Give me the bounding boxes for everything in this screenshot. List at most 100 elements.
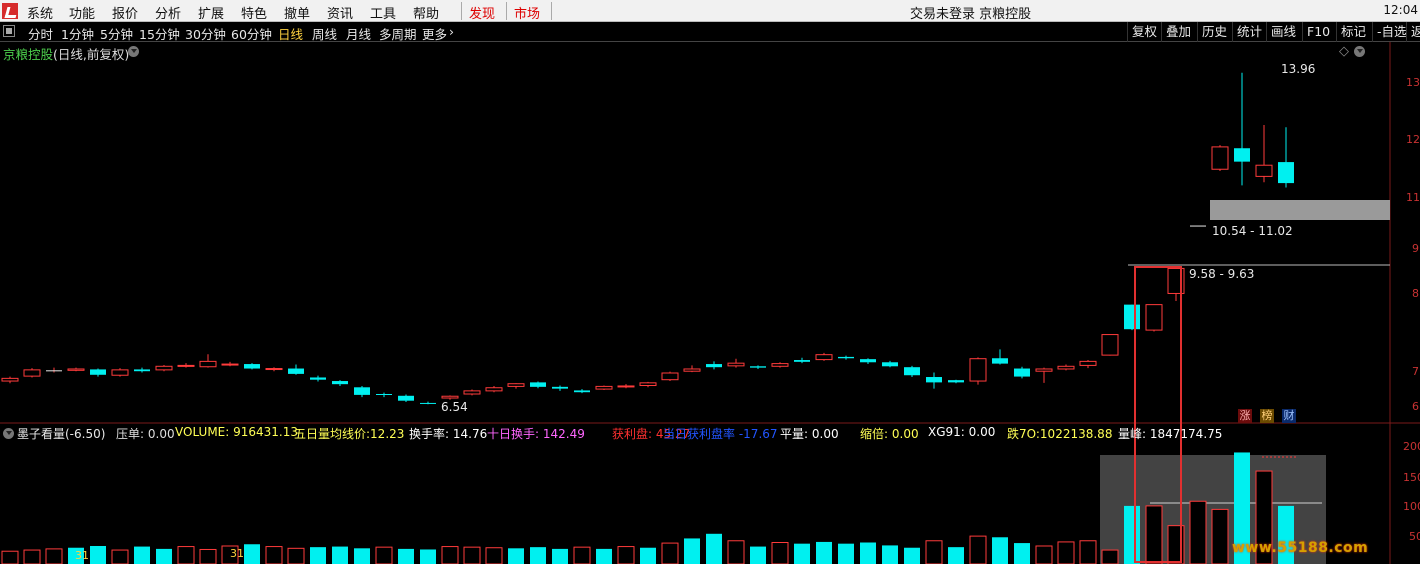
volume-bar [508,548,524,564]
candle-body [485,387,503,392]
volume-bar [794,543,810,564]
period-more[interactable]: 更多 [422,24,447,43]
field-label: XG91: [928,425,965,439]
menu-help[interactable]: 帮助 [413,3,439,22]
period-timeshare[interactable]: 分时 [28,24,53,43]
menu-divider [506,2,507,20]
volume-bar [727,540,745,564]
menu-function[interactable]: 功能 [69,3,95,22]
candle-body [617,385,635,388]
candlestick [332,380,348,386]
draw-line-button[interactable]: 画线 [1266,22,1300,42]
ranking-badge[interactable]: 榜 [1260,409,1274,423]
period-5min[interactable]: 5分钟 [100,24,133,43]
kline-chart[interactable]: 13 12 11 9 8 7 6 200 150 100 50 13.96 6.… [0,42,1420,564]
candlestick [177,363,195,368]
volume-bar-label: 31 [230,547,244,560]
window-title: 交易未登录 京粮控股 [910,7,1032,22]
panel-dropdown-icon[interactable] [1354,46,1365,57]
indicator-field: 缩倍: 0.00 [860,425,919,442]
candlestick [1057,364,1075,371]
field-label: 五日量均线价: [294,427,371,441]
menu-system[interactable]: 系统 [27,3,53,22]
period-1min[interactable]: 1分钟 [61,24,94,43]
candlestick [1278,127,1294,188]
candle-body [1124,304,1140,330]
mark-button[interactable]: 标记 [1336,22,1370,42]
candle-body [1,377,19,382]
menu-quote[interactable]: 报价 [112,3,138,22]
candle-body [969,358,987,382]
indicator-bar: 墨子看量(-6.50) 压单: 0.00 VOLUME: 916431.13 五… [0,424,1390,442]
candle-body [904,367,920,376]
volume-bar [1189,500,1207,564]
volume-bar [640,547,656,564]
volume-bar [332,546,348,564]
back-button[interactable]: 返 [1406,22,1420,42]
indicator-field: XG91: 0.00 [928,425,995,439]
menu-market[interactable]: 市场 [514,3,540,22]
candle-body [155,365,173,371]
diamond-icon[interactable]: ◇ [1339,44,1349,59]
menu-extend[interactable]: 扩展 [198,3,224,22]
candle-body [750,366,766,368]
indicator-dropdown-icon[interactable] [3,428,14,439]
period-multi[interactable]: 多周期 [379,24,417,43]
candle-body [926,377,942,383]
chevron-right-icon[interactable]: › [449,24,454,39]
candlestick [46,367,62,373]
menu-feature[interactable]: 特色 [241,3,267,22]
history-button[interactable]: 历史 [1197,22,1231,42]
stats-button[interactable]: 统计 [1232,22,1266,42]
candlestick [1124,304,1140,331]
candle-body [221,363,239,366]
period-30min[interactable]: 30分钟 [185,24,226,43]
menu-news[interactable]: 资讯 [327,3,353,22]
price-tick-label: 7 [1412,365,1419,378]
menu-cancel-order[interactable]: 撤单 [284,3,310,22]
candlestick [683,365,701,373]
period-60min[interactable]: 60分钟 [231,24,272,43]
period-monthly[interactable]: 月线 [346,24,371,43]
limit-up-badge[interactable]: 涨 [1238,409,1252,423]
candlestick [67,367,85,372]
menu-analysis[interactable]: 分析 [155,3,181,22]
menu-discover[interactable]: 发现 [469,3,495,22]
candlestick [771,362,789,368]
candle-body [860,359,876,363]
candlestick [595,385,613,390]
finance-badge[interactable]: 财 [1282,409,1296,423]
candle-body [948,380,964,383]
period-15min[interactable]: 15分钟 [139,24,180,43]
menu-tools[interactable]: 工具 [370,3,396,22]
indicator-name[interactable]: 墨子看量(-6.50) [17,425,105,442]
f10-button[interactable]: F10 [1302,22,1334,42]
candlestick [265,367,283,372]
candlestick [992,349,1008,365]
period-weekly[interactable]: 周线 [312,24,337,43]
app-logo-icon[interactable] [2,3,18,19]
candlestick [750,365,766,369]
field-label: 量峰: [1118,427,1147,441]
menu-divider [551,2,552,20]
volume-bar [1057,541,1075,564]
candlestick-series [1,72,1294,405]
candlestick [111,368,129,377]
field-label: 平量: [780,427,809,441]
candlestick [221,361,239,367]
restore-rights-button[interactable]: 复权 [1127,22,1161,42]
candlestick [1035,367,1053,383]
overlay-button[interactable]: 叠加 [1161,22,1195,42]
period-daily[interactable]: 日线 [278,24,303,43]
volume-bar [90,545,106,564]
indicator-field: 量峰: 1847174.75 [1118,425,1222,442]
candlestick [727,358,745,368]
panel-toggle-icon[interactable] [3,25,15,37]
chart-options-dropdown-icon[interactable] [128,46,139,57]
period-toolbar: 分时 1分钟 5分钟 15分钟 30分钟 60分钟 日线 周线 月线 多周期 更… [0,22,1420,42]
candlestick [1190,225,1206,227]
volume-bar [1035,545,1053,564]
candlestick [199,354,217,368]
watchlist-button[interactable]: -自选 [1372,22,1411,42]
stock-name[interactable]: 京粮控股 [3,47,53,62]
